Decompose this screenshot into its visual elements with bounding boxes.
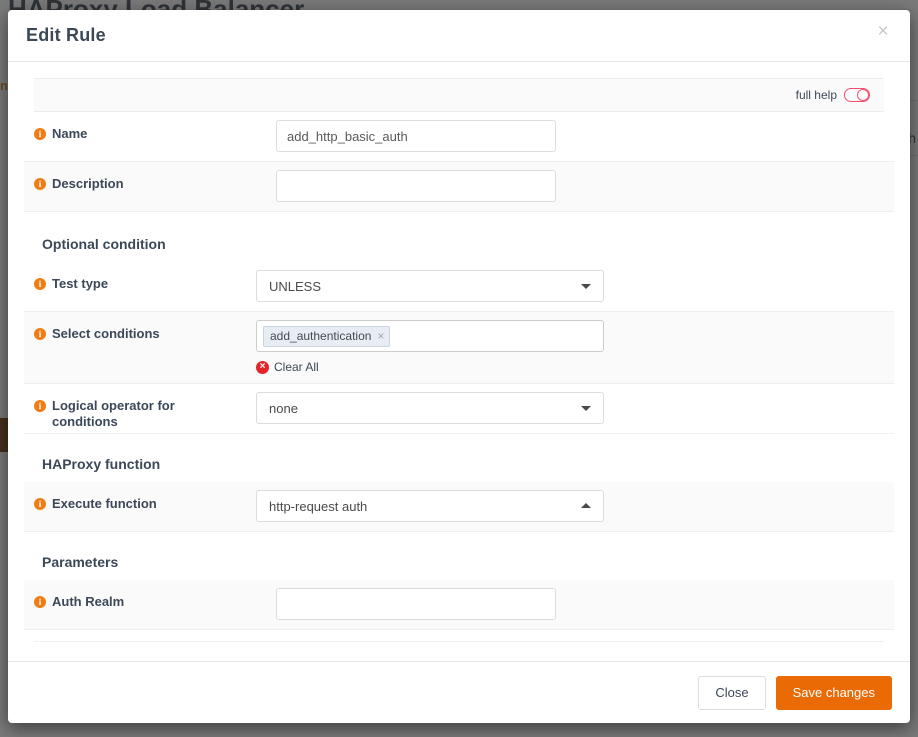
info-icon[interactable]: i (34, 596, 46, 608)
label-cell: i Name (34, 112, 242, 142)
name-input[interactable] (276, 120, 556, 152)
auth-realm-input[interactable] (276, 588, 556, 620)
field-label-select-conditions: Select conditions (52, 326, 160, 341)
section-heading-parameters: Parameters (24, 532, 894, 580)
close-button[interactable]: Close (698, 675, 766, 710)
edit-rule-modal: Edit Rule × full help i Name i Descripti… (8, 10, 910, 723)
info-icon[interactable]: i (34, 278, 46, 290)
field-label-auth-realm: Auth Realm (52, 594, 125, 609)
info-icon[interactable]: i (34, 498, 46, 510)
label-cell: i Logical operator for conditions (34, 384, 242, 430)
condition-tag-label: add_authentication (270, 328, 372, 343)
form-row-select-conditions: i Select conditions add_authentication ×… (24, 312, 894, 384)
form-row-description: i Description (24, 162, 894, 212)
form-row-test-type: i Test type UNLESS (24, 262, 894, 312)
control-cell: none (242, 384, 884, 433)
full-help-bar: full help (34, 78, 884, 112)
label-cell: i Auth Realm (34, 580, 242, 610)
control-cell (242, 112, 884, 161)
execute-function-value: http-request auth (269, 498, 368, 514)
test-type-select[interactable]: UNLESS (256, 270, 604, 302)
control-cell (242, 580, 884, 629)
label-cell: i Execute function (34, 482, 242, 512)
control-cell (242, 162, 884, 211)
modal-footer: Close Save changes (8, 661, 910, 723)
save-changes-button[interactable]: Save changes (775, 675, 892, 710)
modal-header: Edit Rule × (8, 10, 910, 62)
label-cell: i Description (34, 162, 242, 192)
test-type-value: UNLESS (269, 278, 322, 294)
form-row-execute-function: i Execute function http-request auth (24, 482, 894, 532)
form-row-name: i Name (24, 112, 894, 162)
label-cell: i Test type (34, 262, 242, 292)
info-icon[interactable]: i (34, 178, 46, 190)
info-icon[interactable]: i (34, 128, 46, 140)
control-cell: add_authentication × × Clear All (242, 312, 884, 383)
description-input[interactable] (276, 170, 556, 202)
chevron-down-icon (581, 406, 591, 411)
logical-operator-value: none (269, 400, 298, 416)
execute-function-select[interactable]: http-request auth (256, 490, 604, 522)
section-heading-haproxy-function: HAProxy function (24, 434, 894, 482)
modal-body: full help i Name i Description (8, 62, 910, 661)
toggle-knob (857, 88, 869, 101)
full-help-label: full help (795, 88, 837, 102)
remove-tag-icon[interactable]: × (377, 329, 384, 343)
clear-all-icon: × (256, 360, 269, 374)
close-icon[interactable]: × (872, 21, 894, 43)
field-label-execute-function: Execute function (52, 496, 157, 511)
section-heading-optional-condition: Optional condition (24, 212, 894, 262)
modal-title: Edit Rule (26, 25, 106, 45)
info-icon[interactable]: i (34, 400, 46, 412)
clear-all-button[interactable]: × Clear All (256, 360, 319, 374)
field-label-name: Name (52, 126, 88, 141)
control-cell: UNLESS (242, 262, 884, 311)
form-row-auth-realm: i Auth Realm (24, 580, 894, 630)
field-label-description: Description (52, 176, 124, 191)
field-label-logical-operator: Logical operator for conditions (52, 398, 175, 429)
form-row-logical-operator: i Logical operator for conditions none (24, 384, 894, 434)
field-label-test-type: Test type (52, 276, 109, 291)
condition-tag: add_authentication × (263, 325, 391, 347)
logical-operator-select[interactable]: none (256, 392, 604, 424)
control-cell: http-request auth (242, 482, 884, 531)
chevron-down-icon (581, 284, 591, 289)
label-cell: i Select conditions (34, 312, 242, 342)
info-icon[interactable]: i (34, 328, 46, 340)
clear-all-label: Clear All (274, 360, 319, 374)
full-help-toggle[interactable] (844, 88, 870, 102)
body-bottom-divider (34, 630, 884, 642)
chevron-up-icon (581, 503, 591, 508)
conditions-tags-input[interactable]: add_authentication × (256, 320, 604, 352)
